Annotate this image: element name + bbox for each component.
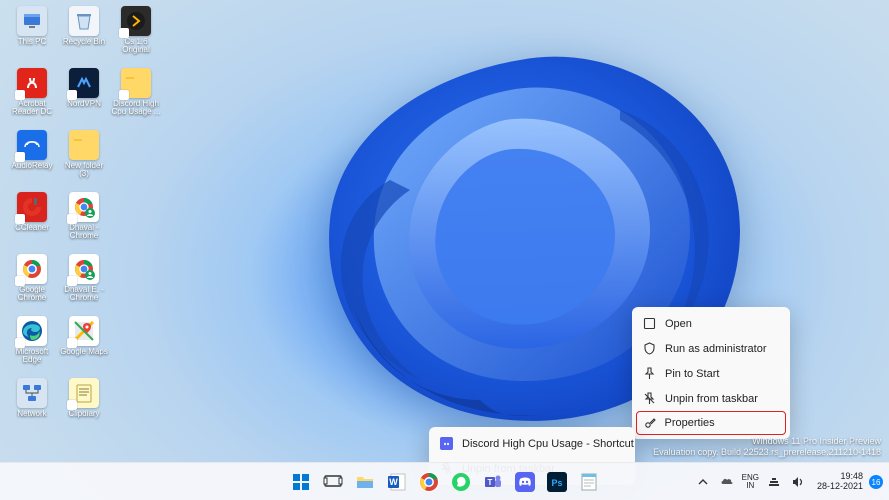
clock[interactable]: 19:4828-12-2021: [817, 472, 863, 492]
taskbar-chrome[interactable]: [415, 468, 443, 496]
icon-label: Microsoft Edge: [7, 348, 57, 365]
taskbar: W T Ps ENGIN 19:4828-12-2021 16: [0, 462, 889, 500]
audiorelay-icon: [17, 130, 47, 160]
notification-badge[interactable]: 16: [869, 475, 883, 489]
desktop-icon-google-maps[interactable]: Google Maps: [58, 314, 110, 376]
acrobat-icon: [17, 68, 47, 98]
ctx-main-open[interactable]: Open: [636, 311, 786, 336]
svg-text:Ps: Ps: [551, 478, 562, 488]
taskbar-teams[interactable]: T: [479, 468, 507, 496]
windows-watermark: Windows 11 Pro Insider Preview Evaluatio…: [653, 436, 881, 459]
icon-label: Acrobat Reader DC: [7, 100, 57, 117]
recycle-bin-icon: [69, 6, 99, 36]
icon-label: This PC: [18, 38, 46, 46]
taskbar-notepad[interactable]: [575, 468, 603, 496]
menu-item-label: Unpin from taskbar: [665, 393, 758, 405]
icon-label: Dhaval E. - Chrome: [59, 286, 109, 303]
this-pc-icon: [17, 6, 47, 36]
unpin-icon: [642, 391, 657, 406]
desktop-icon-clipdiary[interactable]: Clipdiary: [58, 376, 110, 438]
language-indicator[interactable]: ENGIN: [742, 474, 759, 490]
icon-label: Dhaval - Chrome: [59, 224, 109, 241]
taskbar-task-view[interactable]: [319, 468, 347, 496]
dhaval-chrome-icon: [69, 192, 99, 222]
desktop-icon-discord-shortcut[interactable]: Discord High Cpu Usage ...: [110, 66, 162, 128]
dhaval2-chrome-icon: [69, 254, 99, 284]
icon-label: Discord High Cpu Usage ...: [111, 100, 161, 117]
desktop-icon-nordvpn[interactable]: NordVPN: [58, 66, 110, 128]
edge-icon: [17, 316, 47, 346]
ctx-main-pin[interactable]: Pin to Start: [636, 361, 786, 386]
open-icon: [642, 316, 657, 331]
desktop-icon-recycle-bin[interactable]: Recycle Bin: [58, 4, 110, 66]
taskbar-photoshop[interactable]: Ps: [543, 468, 571, 496]
icon-label: Clipdiary: [68, 410, 99, 418]
svg-text:T: T: [487, 478, 492, 487]
desktop-icon-edge[interactable]: Microsoft Edge: [6, 314, 58, 376]
menu-item-label: Properties: [665, 417, 715, 429]
desktop-icon-cs-original[interactable]: Cs 1.6 Original: [110, 4, 162, 66]
icon-label: CCleaner: [15, 224, 49, 232]
network-icon[interactable]: [765, 473, 783, 491]
desktop-icon-google-chrome[interactable]: Google Chrome: [6, 252, 58, 314]
ctx-tb-discord[interactable]: Discord High Cpu Usage - Shortcut: [433, 431, 631, 456]
taskbar-word[interactable]: W: [383, 468, 411, 496]
taskbar-explorer[interactable]: [351, 468, 379, 496]
google-chrome-icon: [17, 254, 47, 284]
cs-original-icon: [121, 6, 151, 36]
taskbar-whatsapp[interactable]: [447, 468, 475, 496]
pin-icon: [642, 366, 657, 381]
clipdiary-icon: [69, 378, 99, 408]
desktop-icon-ccleaner[interactable]: CCleaner: [6, 190, 58, 252]
new-folder-icon: [69, 130, 99, 160]
discord-icon: [439, 436, 454, 451]
icon-label: AudioRelay: [12, 162, 53, 170]
nordvpn-icon: [69, 68, 99, 98]
icon-label: Google Chrome: [7, 286, 57, 303]
menu-item-label: Pin to Start: [665, 368, 719, 380]
taskbar-start-button[interactable]: [287, 468, 315, 496]
volume-icon[interactable]: [789, 473, 807, 491]
google-maps-icon: [69, 316, 99, 346]
props-icon: [642, 416, 657, 431]
icon-label: New folder (3): [59, 162, 109, 179]
discord-shortcut-icon: [121, 68, 151, 98]
svg-text:W: W: [389, 477, 398, 487]
desktop-icon-dhaval-chrome[interactable]: Dhaval - Chrome: [58, 190, 110, 252]
desktop-icon-new-folder[interactable]: New folder (3): [58, 128, 110, 190]
system-tray: ENGIN 19:4828-12-2021 16: [694, 463, 883, 500]
network-icon: [17, 378, 47, 408]
menu-item-label: Run as administrator: [665, 343, 767, 355]
desktop-icon-audiorelay[interactable]: AudioRelay: [6, 128, 58, 190]
desktop-icon-acrobat[interactable]: Acrobat Reader DC: [6, 66, 58, 128]
desktop-icon-this-pc[interactable]: This PC: [6, 4, 58, 66]
ctx-main-unpin[interactable]: Unpin from taskbar: [636, 386, 786, 411]
icon-label: Network: [17, 410, 46, 418]
ccleaner-icon: [17, 192, 47, 222]
taskbar-discord[interactable]: [511, 468, 539, 496]
icon-label: Recycle Bin: [63, 38, 105, 46]
icon-label: NordVPN: [67, 100, 101, 108]
menu-item-label: Open: [665, 318, 692, 330]
admin-icon: [642, 341, 657, 356]
icon-label: Cs 1.6 Original: [111, 38, 161, 55]
icon-label: Google Maps: [60, 348, 108, 356]
ctx-main-admin[interactable]: Run as administrator: [636, 336, 786, 361]
menu-item-label: Discord High Cpu Usage - Shortcut: [462, 438, 634, 450]
context-menu-main: Open Run as administrator Pin to Start Unpi…: [632, 307, 790, 439]
tray-chevron-up[interactable]: [694, 473, 712, 491]
ctx-main-props[interactable]: Properties: [636, 411, 786, 435]
desktop-icon-network[interactable]: Network: [6, 376, 58, 438]
desktop-icon-dhaval2-chrome[interactable]: Dhaval E. - Chrome: [58, 252, 110, 314]
onedrive-icon[interactable]: [718, 473, 736, 491]
